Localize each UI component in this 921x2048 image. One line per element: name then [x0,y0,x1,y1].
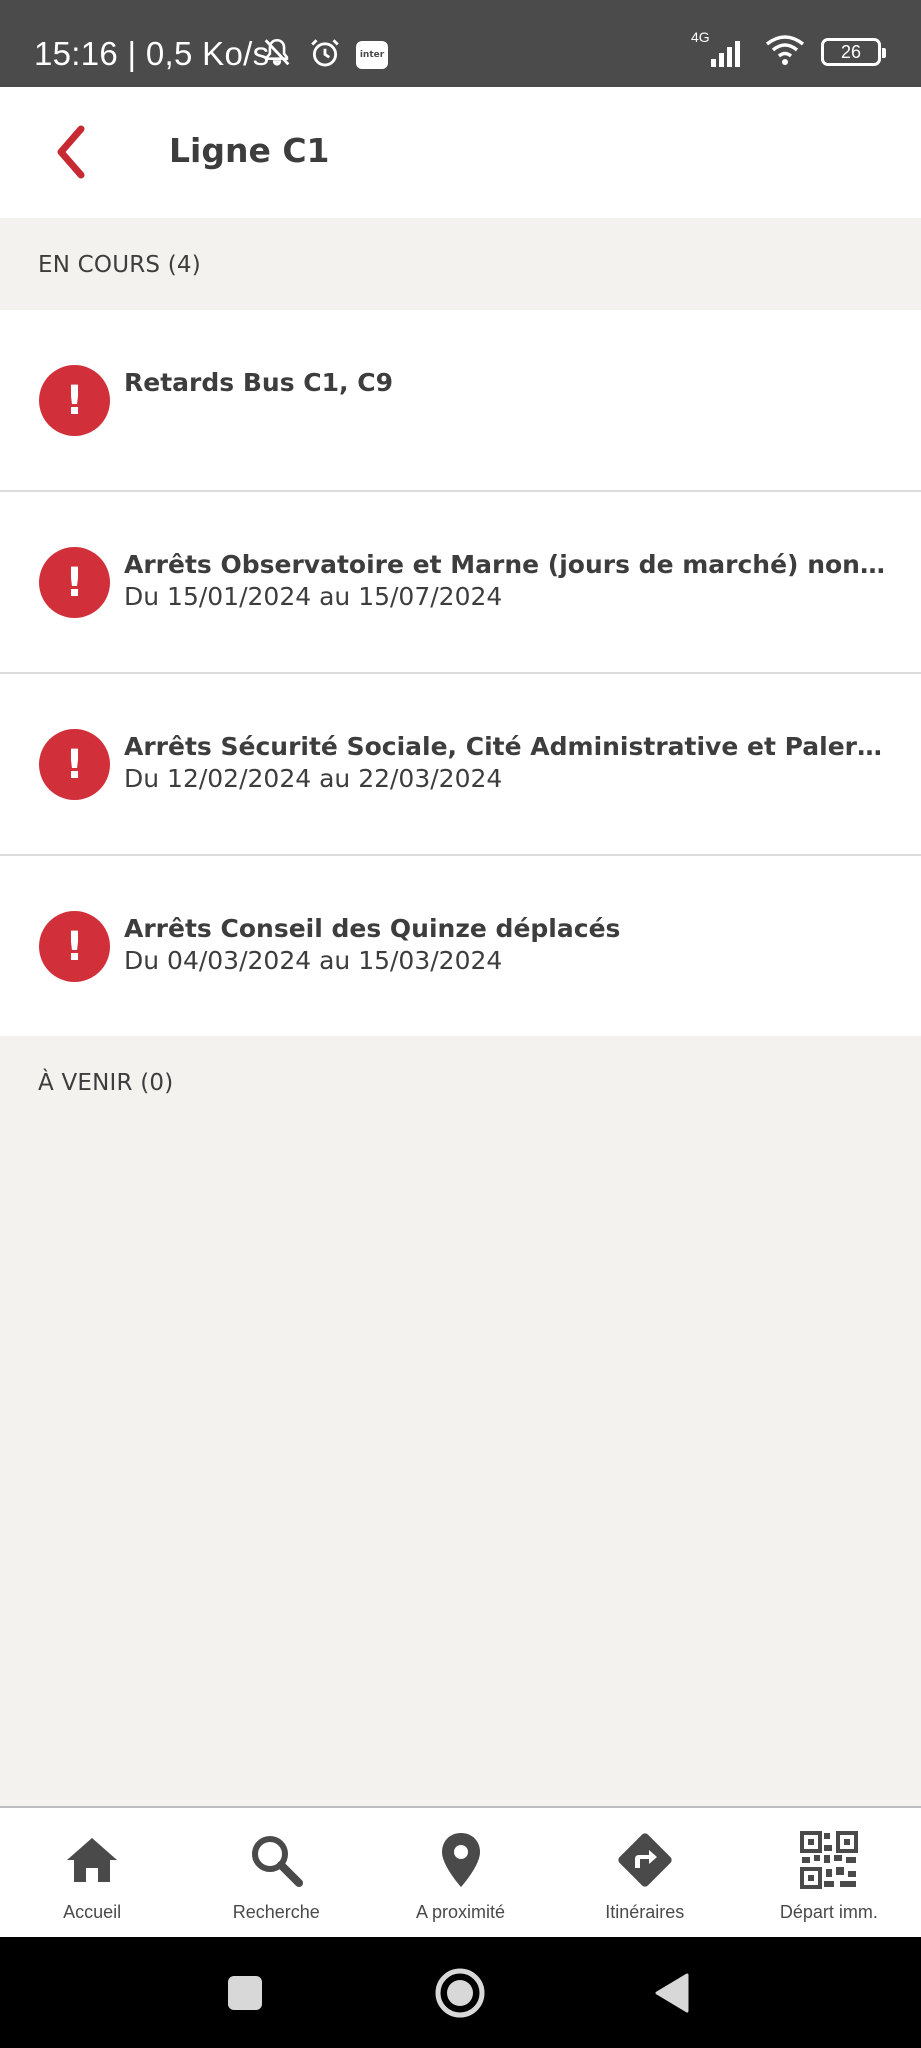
circle-home-icon [435,1968,485,2018]
nav-label: A proximité [415,1902,506,1922]
nav-item-depart[interactable]: Départ imm. [737,1808,921,1937]
search-icon [249,1830,304,1890]
alert-date: Du 15/01/2024 au 15/07/2024 [124,582,503,611]
alert-title: Arrêts Conseil des Quinze déplacés [124,914,621,943]
nav-label: Itinéraires [605,1902,685,1922]
alert-exclamation-icon: ! [39,911,110,982]
bell-muted-icon [260,36,294,74]
status-bar: 15:16 | 0,5 Ko/s inter 4G 26 [0,0,921,87]
battery-icon: 26 [821,38,886,66]
section-upcoming-header: À VENIR (0) [0,1036,921,1128]
alert-exclamation-icon: ! [39,547,110,618]
nav-item-accueil[interactable]: Accueil [0,1808,184,1937]
section-current-header: EN COURS (4) [0,218,921,310]
wifi-icon [765,34,805,70]
alert-exclamation-icon: ! [39,729,110,800]
home-system-button[interactable] [434,1967,486,2019]
status-right-icons: 4G 26 [689,29,886,70]
alarm-clock-icon [308,36,342,74]
alert-item[interactable]: ! Arrêts Sécurité Sociale, Cité Administ… [0,674,921,856]
page-title: Ligne C1 [169,131,330,170]
alert-item[interactable]: ! Arrêts Observatoire et Marne (jours de… [0,492,921,674]
alert-item[interactable]: ! Arrêts Conseil des Quinze déplacés Du … [0,856,921,1036]
alert-title: Retards Bus C1, C9 [124,368,393,397]
alert-title: Arrêts Sécurité Sociale, Cité Administra… [124,732,885,761]
home-icon [65,1830,119,1890]
alert-list: ! Retards Bus C1, C9 ! Arrêts Observatoi… [0,310,921,1036]
nav-label: Départ imm. [779,1902,878,1922]
status-left-icons: inter [260,36,388,74]
inter-app-icon: inter [356,41,388,69]
nav-item-proximite[interactable]: A proximité [368,1808,552,1937]
square-icon [228,1976,262,2010]
status-time: 15:16 | 0,5 Ko/s [34,35,270,72]
alert-title: Arrêts Observatoire et Marne (jours de m… [124,550,885,579]
nav-item-recherche[interactable]: Recherche [184,1808,368,1937]
alert-date: Du 12/02/2024 au 22/03/2024 [124,764,503,793]
nav-label: Accueil [63,1902,122,1922]
qr-code-icon [799,1830,858,1890]
nav-label: Recherche [232,1902,320,1922]
chevron-left-icon [57,125,85,179]
location-pin-icon [440,1830,482,1890]
back-system-button[interactable] [654,1967,690,2019]
alert-exclamation-icon: ! [39,365,110,436]
triangle-back-icon [655,1973,689,2013]
system-nav-bar [0,1937,921,2048]
nav-item-itineraires[interactable]: Itinéraires [553,1808,737,1937]
section-current-label: EN COURS (4) [38,252,201,278]
alert-item[interactable]: ! Retards Bus C1, C9 [0,310,921,492]
directions-icon [616,1830,674,1890]
cellular-signal-icon: 4G [689,29,749,69]
alert-date: Du 04/03/2024 au 15/03/2024 [124,946,503,975]
section-upcoming-label: À VENIR (0) [38,1070,174,1096]
bottom-nav: Accueil Recherche A proximité Itinéraire… [0,1806,921,1937]
recent-apps-button[interactable] [227,1967,263,2019]
back-button[interactable] [40,122,100,182]
app-header: Ligne C1 [0,87,921,218]
